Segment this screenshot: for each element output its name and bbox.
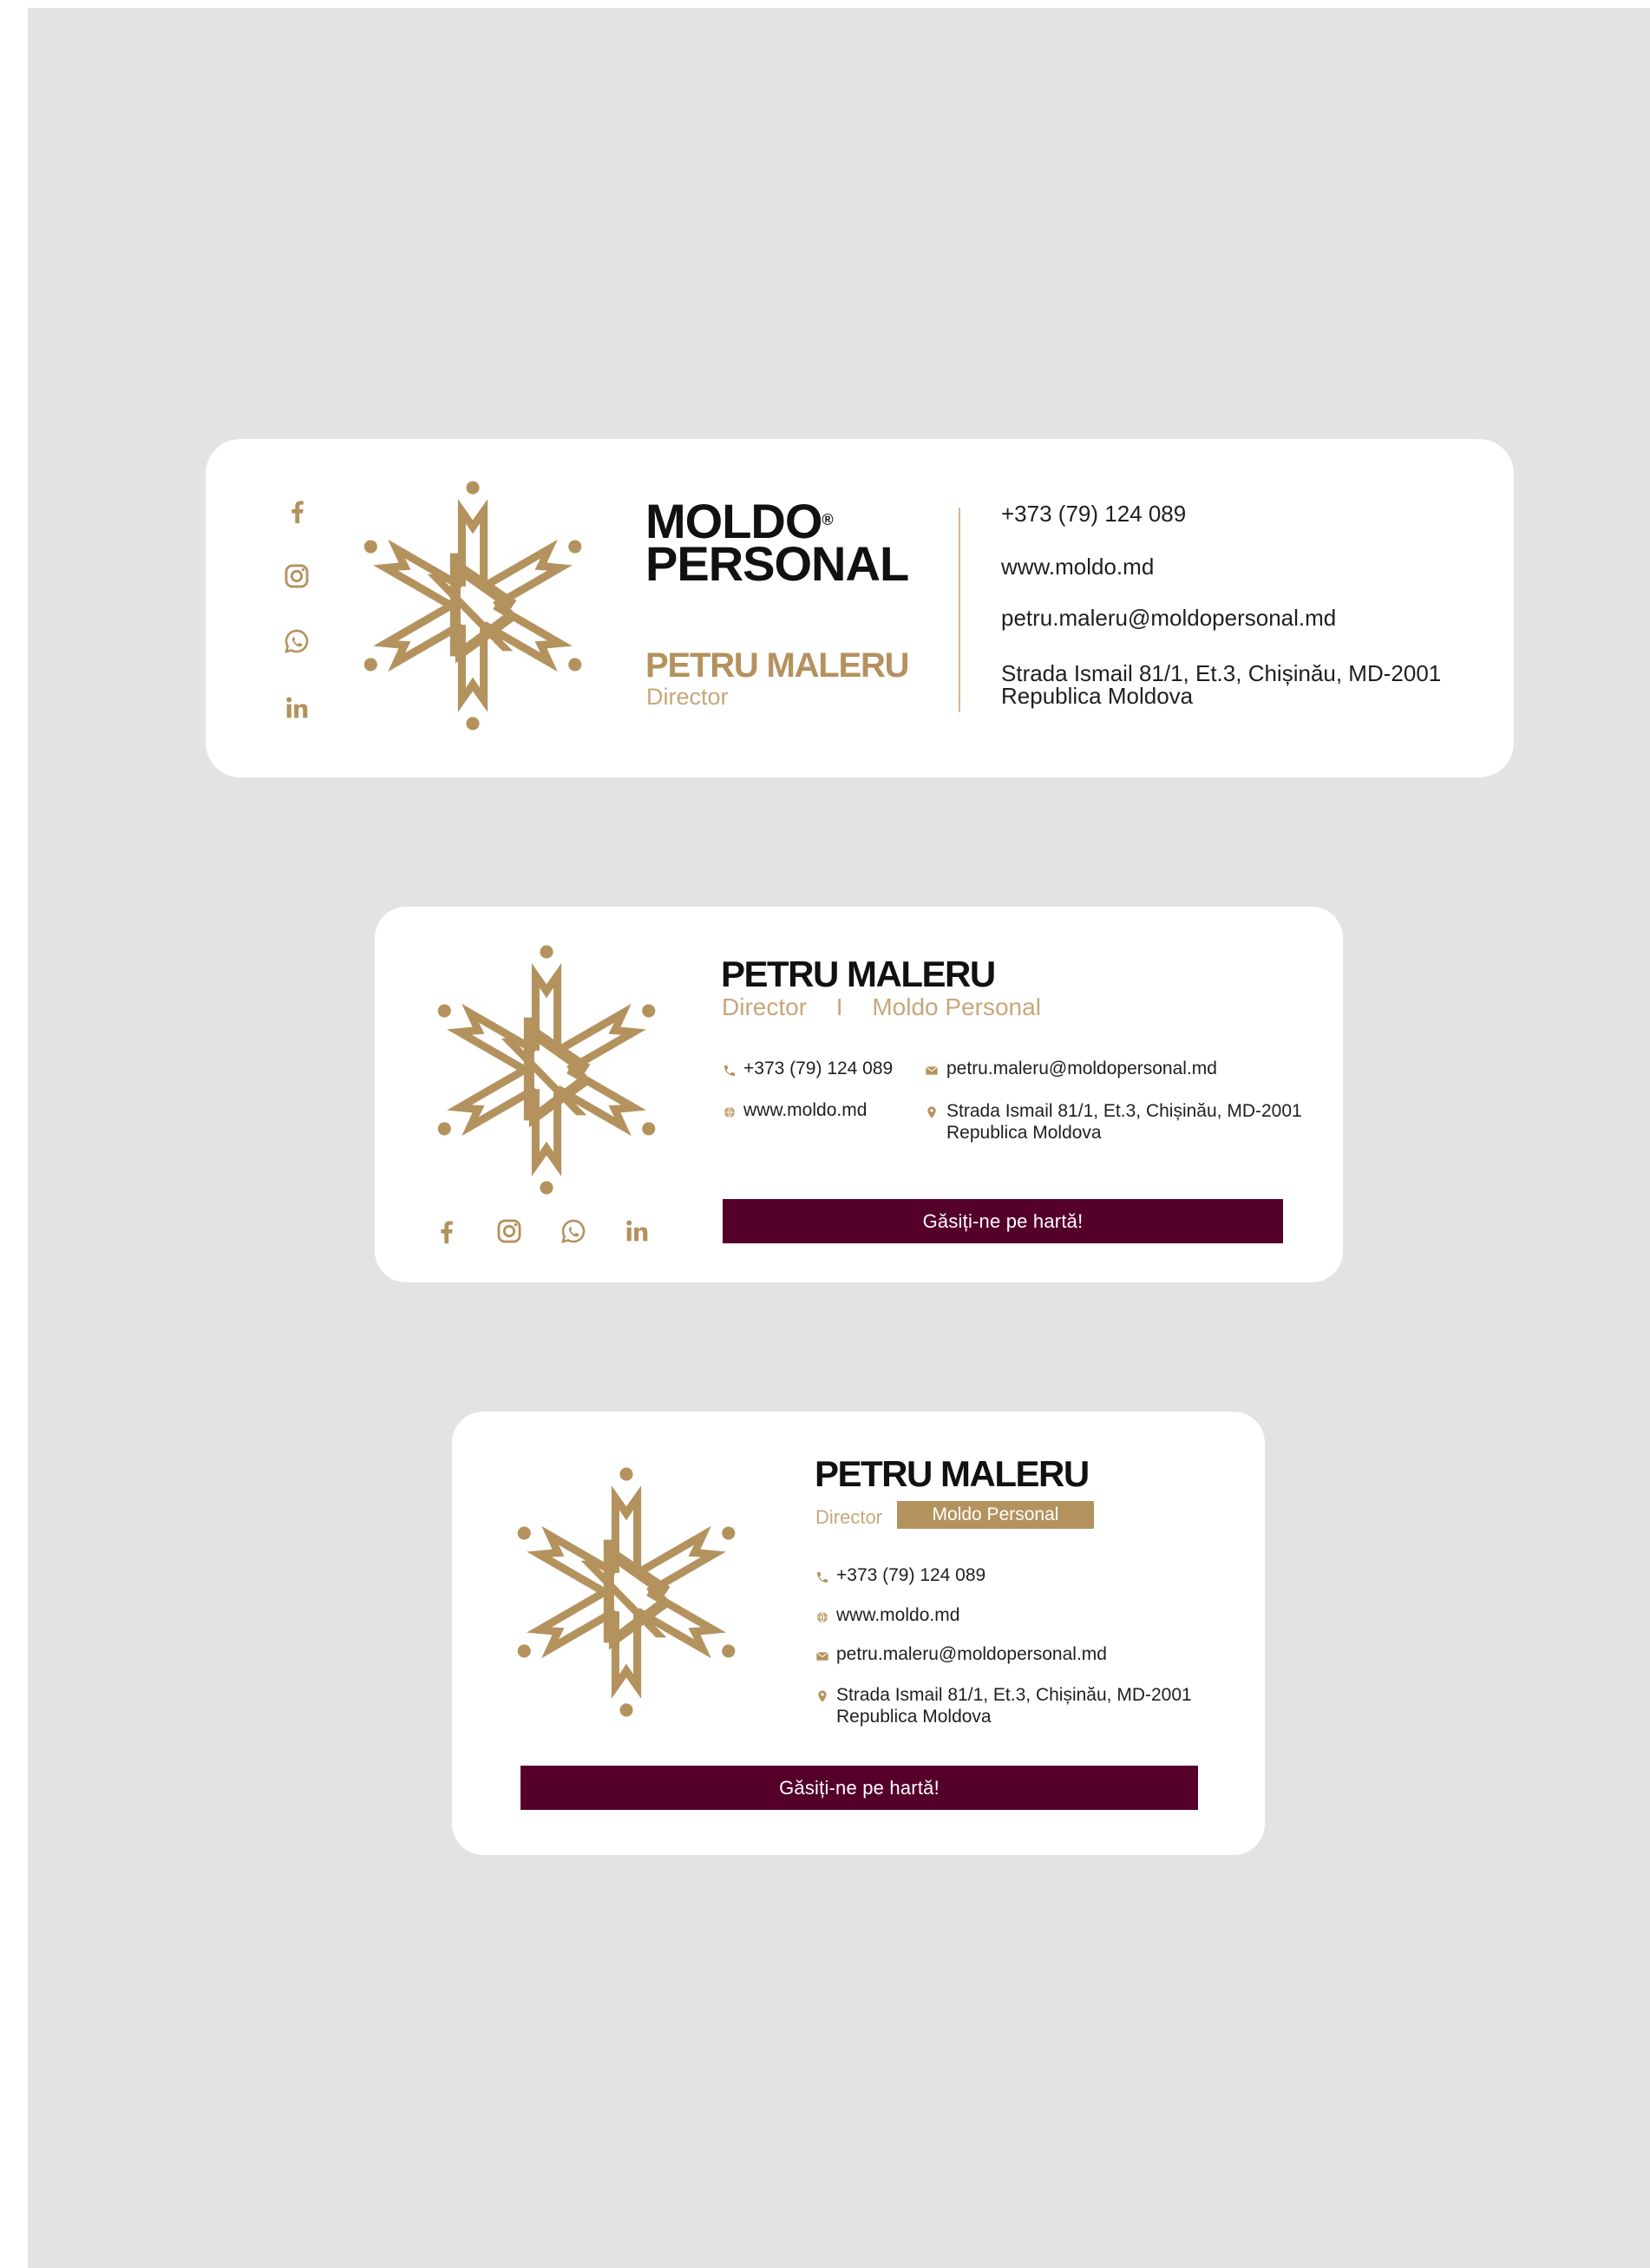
phone-text[interactable]: +373 (79) 124 089 <box>743 1059 893 1079</box>
instagram-icon[interactable] <box>492 1214 527 1249</box>
phone-text[interactable]: +373 (79) 124 089 <box>1001 501 1186 528</box>
person-title: Director <box>722 993 808 1020</box>
signature-card-stacked: PETRU MALERU Director Moldo Personal +37… <box>452 1412 1265 1855</box>
person-title: Director <box>646 684 729 710</box>
website-link[interactable]: www.moldo.md <box>836 1605 959 1626</box>
address-line2: Republica Moldova <box>1001 683 1194 709</box>
linkedin-icon[interactable] <box>619 1214 654 1249</box>
registered-mark: ® <box>822 511 833 528</box>
vertical-divider <box>959 508 960 712</box>
person-name: PETRU MALERU <box>645 646 910 685</box>
address-line2: Republica Moldova <box>946 1123 1102 1143</box>
moldo-personal-logo-icon <box>513 1465 740 1719</box>
find-us-on-map-button[interactable]: Găsiți-ne pe hartă! <box>723 1199 1283 1243</box>
location-pin-icon <box>818 1690 827 1702</box>
instagram-icon[interactable] <box>279 559 314 593</box>
person-name: PETRU MALERU <box>721 954 996 994</box>
facebook-icon[interactable] <box>279 494 314 528</box>
address-line1: Strada Ismail 81/1, Et.3, Chișinău, MD-2… <box>1001 660 1442 686</box>
phone-text[interactable]: +373 (79) 124 089 <box>836 1565 985 1586</box>
person-title: Director <box>815 1506 883 1528</box>
address-line1: Strada Ismail 81/1, Et.3, Chișinău, MD-2… <box>836 1685 1192 1705</box>
signature-card-horizontal: MOLDO® PERSONAL PETRU MALERU Director +3… <box>206 439 1514 777</box>
address-line1: Strada Ismail 81/1, Et.3, Chișinău, MD-2… <box>946 1101 1302 1121</box>
phone-icon <box>724 1065 735 1076</box>
company-badge: Moldo Personal <box>897 1501 1094 1529</box>
company-name: Moldo Personal <box>872 993 1041 1020</box>
signature-card-compact: PETRU MALERU Director I Moldo Personal +… <box>375 907 1343 1282</box>
title-company-line: Director I Moldo Personal <box>722 993 1041 1021</box>
phone-icon <box>817 1572 828 1583</box>
location-pin-icon <box>927 1106 936 1118</box>
email-link[interactable]: petru.maleru@moldopersonal.md <box>946 1059 1217 1079</box>
find-us-on-map-button[interactable]: Găsiți-ne pe hartă! <box>521 1766 1198 1810</box>
email-icon <box>926 1065 938 1075</box>
moldo-personal-logo-icon <box>433 943 660 1196</box>
whatsapp-icon[interactable] <box>556 1214 591 1249</box>
whatsapp-icon[interactable] <box>279 624 314 659</box>
email-link[interactable]: petru.maleru@moldopersonal.md <box>836 1644 1107 1665</box>
email-icon <box>816 1651 828 1661</box>
linkedin-icon[interactable] <box>279 691 314 725</box>
person-name: PETRU MALERU <box>815 1453 1090 1494</box>
facebook-icon[interactable] <box>429 1214 463 1249</box>
globe-icon <box>724 1106 735 1118</box>
address-line2: Republica Moldova <box>836 1707 992 1727</box>
website-link[interactable]: www.moldo.md <box>1001 554 1154 580</box>
moldo-personal-logo-icon <box>359 479 586 732</box>
email-link[interactable]: petru.maleru@moldopersonal.md <box>1001 605 1336 632</box>
brand-wordmark-line2: PERSONAL <box>645 536 909 591</box>
title-separator: I <box>835 993 843 1020</box>
website-link[interactable]: www.moldo.md <box>743 1100 867 1121</box>
globe-icon <box>817 1611 828 1623</box>
